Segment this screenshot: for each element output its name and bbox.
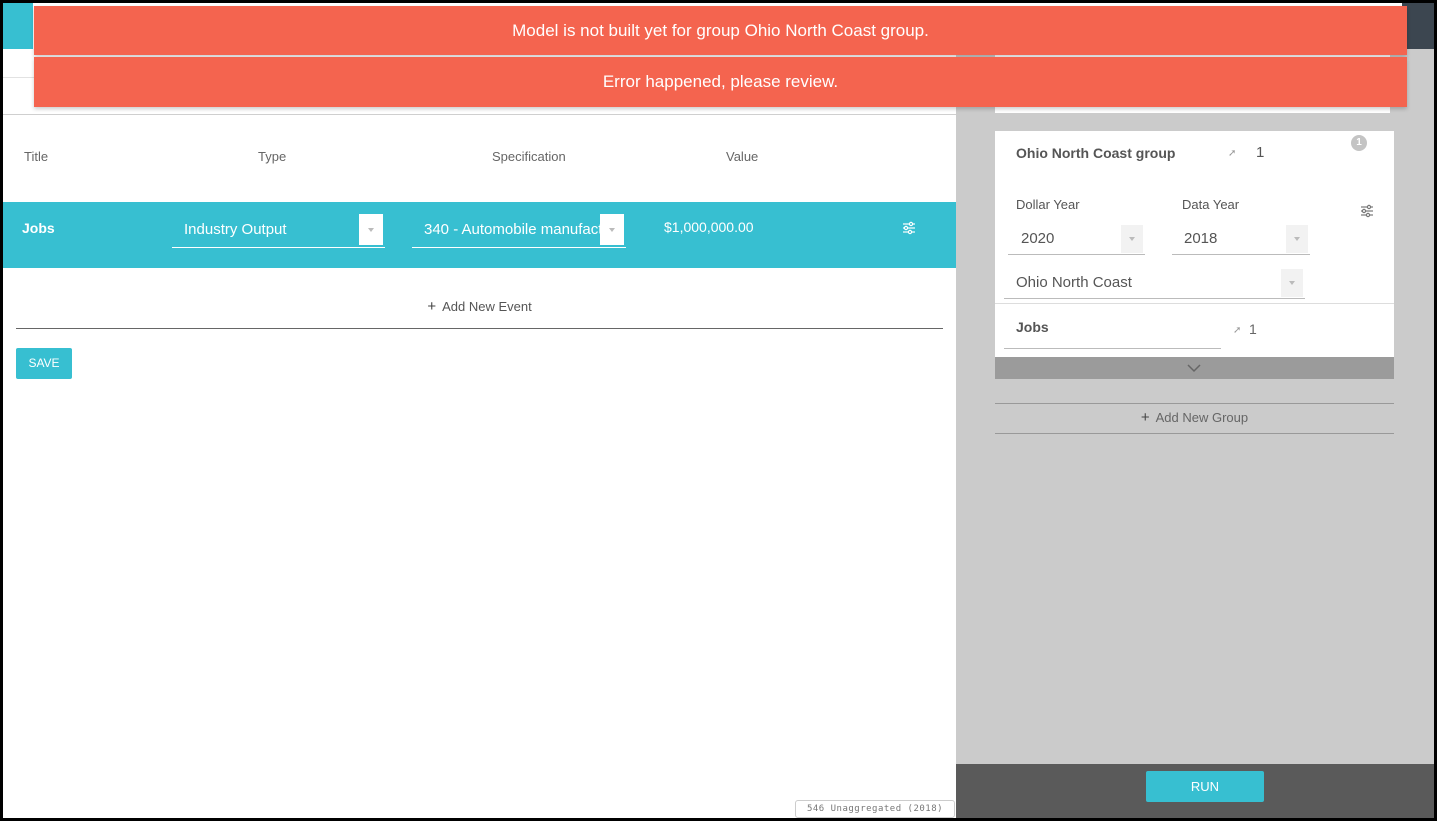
group-badge: 1 bbox=[1351, 135, 1367, 151]
plus-icon: + bbox=[427, 298, 437, 315]
dollar-year-value: 2020 bbox=[1021, 230, 1055, 247]
data-year-label: Data Year bbox=[1182, 197, 1240, 212]
event-specification-select[interactable]: 340 - Automobile manufacturing bbox=[412, 214, 626, 248]
table-row: Jobs Industry Output 340 - Automobile ma… bbox=[3, 202, 956, 268]
divider bbox=[1004, 348, 1221, 349]
plus-icon: + bbox=[1140, 409, 1150, 426]
data-year-select[interactable]: 2018 bbox=[1172, 225, 1310, 255]
run-bar: RUN bbox=[956, 764, 1434, 818]
event-specification-value: 340 - Automobile manufacturing bbox=[424, 221, 600, 238]
events-panel: Title Type Specification Value Jobs Indu… bbox=[3, 49, 956, 818]
sliders-icon[interactable] bbox=[902, 221, 916, 235]
add-new-group-button[interactable]: + Add New Group bbox=[995, 403, 1394, 434]
save-button[interactable]: SAVE bbox=[16, 348, 72, 379]
event-type-value: Industry Output bbox=[184, 221, 287, 238]
event-value: $1,000,000.00 bbox=[664, 219, 754, 235]
dollar-year-label: Dollar Year bbox=[1016, 197, 1080, 212]
dropdown-arrow-icon[interactable] bbox=[600, 214, 624, 245]
groups-panel: Ohio North Coast group ➚ 1 1 Dollar Year… bbox=[956, 49, 1434, 764]
dropdown-arrow-icon[interactable] bbox=[1121, 225, 1143, 253]
dropdown-arrow-icon[interactable] bbox=[1281, 269, 1303, 297]
column-header-value: Value bbox=[726, 149, 759, 164]
group-count: 1 bbox=[1256, 144, 1265, 161]
error-toast[interactable]: Model is not built yet for group Ohio No… bbox=[34, 6, 1407, 55]
arrow-up-right-icon[interactable]: ➚ bbox=[1228, 148, 1236, 159]
dollar-year-select[interactable]: 2020 bbox=[1008, 225, 1145, 255]
sliders-icon[interactable] bbox=[1360, 204, 1374, 218]
add-new-event-label: Add New Event bbox=[442, 299, 532, 314]
column-header-title: Title bbox=[24, 149, 49, 164]
group-card: Ohio North Coast group ➚ 1 1 Dollar Year… bbox=[995, 131, 1394, 357]
chevron-down-icon bbox=[1187, 364, 1201, 373]
data-year-value: 2018 bbox=[1184, 230, 1218, 247]
group-name: Ohio North Coast group bbox=[1016, 145, 1176, 161]
divider bbox=[995, 303, 1394, 304]
add-new-group-label: Add New Group bbox=[1155, 410, 1249, 425]
expand-group-button[interactable] bbox=[995, 357, 1394, 379]
run-button[interactable]: RUN bbox=[1146, 771, 1264, 802]
region-value: Ohio North Coast bbox=[1016, 274, 1132, 291]
error-toast-message: Error happened, please review. bbox=[602, 72, 839, 91]
divider bbox=[3, 114, 956, 115]
dropdown-arrow-icon[interactable] bbox=[1286, 225, 1308, 253]
arrow-up-right-icon[interactable]: ➚ bbox=[1233, 325, 1241, 336]
subgroup-count: 1 bbox=[1249, 321, 1257, 337]
header-accent bbox=[3, 3, 33, 49]
column-header-type: Type bbox=[258, 149, 287, 164]
column-header-specification: Specification bbox=[492, 149, 566, 164]
region-select[interactable]: Ohio North Coast bbox=[1004, 269, 1305, 299]
subgroup-name: Jobs bbox=[1016, 319, 1049, 335]
model-status-badge: 546 Unaggregated (2018) bbox=[795, 800, 955, 818]
error-toast[interactable]: Error happened, please review. bbox=[34, 57, 1407, 107]
event-title: Jobs bbox=[22, 220, 55, 236]
app-window: i Title Type Specification Value Jobs In… bbox=[3, 3, 1434, 818]
add-new-event-button[interactable]: + Add New Event bbox=[16, 293, 943, 329]
dropdown-arrow-icon[interactable] bbox=[359, 214, 383, 245]
error-toast-message: Model is not built yet for group Ohio No… bbox=[512, 21, 929, 40]
event-type-select[interactable]: Industry Output bbox=[172, 214, 385, 248]
